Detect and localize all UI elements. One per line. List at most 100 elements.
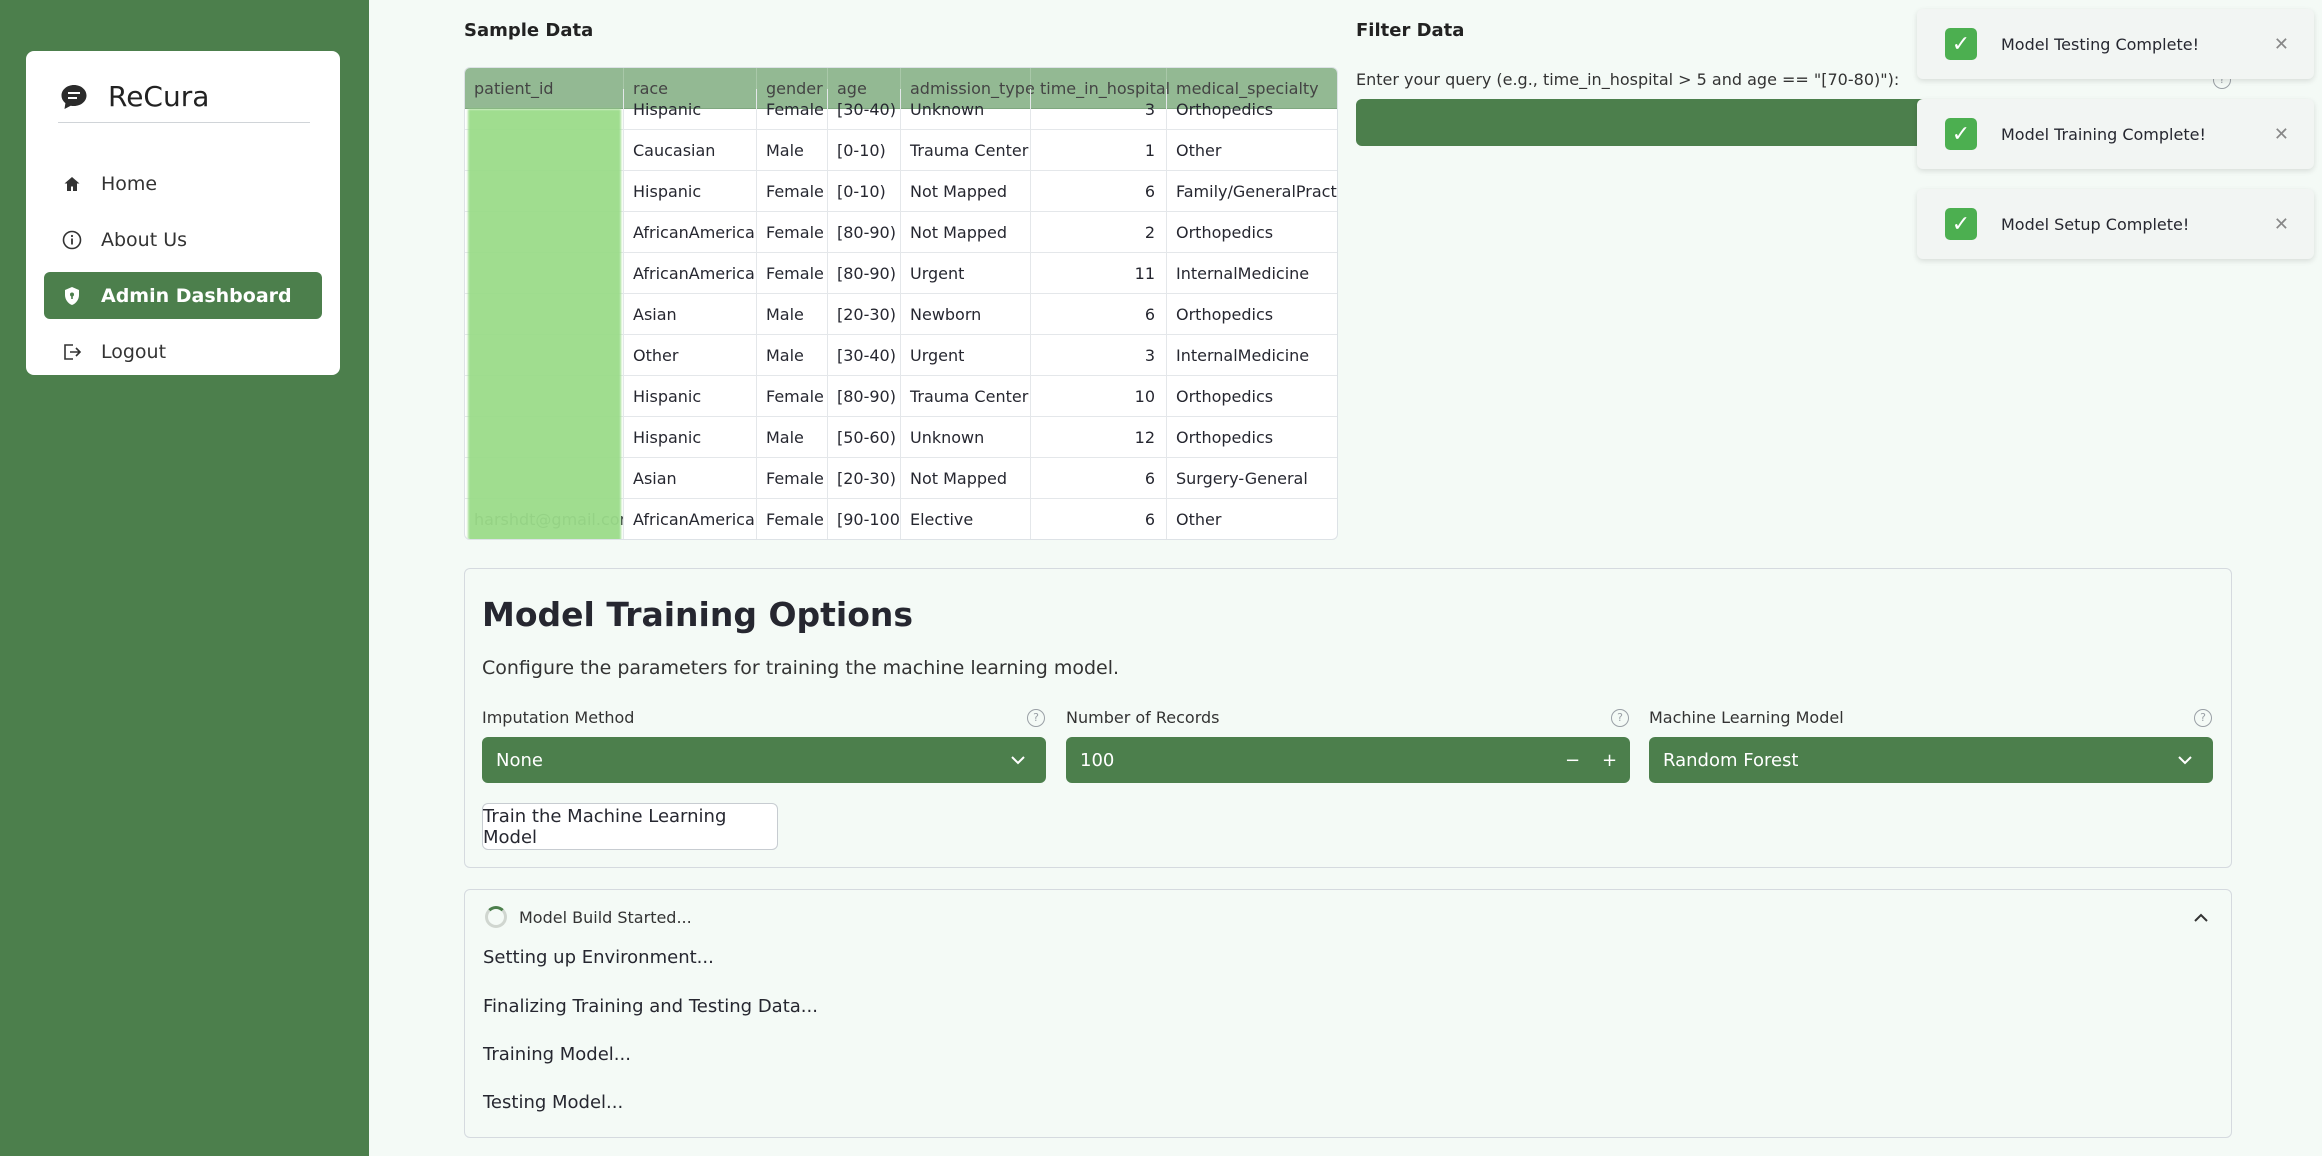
- table-cell[interactable]: Male: [757, 294, 828, 335]
- sidebar-item-about-us[interactable]: About Us: [44, 216, 322, 263]
- table-cell[interactable]: Female: [757, 458, 828, 499]
- table-cell[interactable]: [20-30): [828, 294, 901, 335]
- imputation-label: Imputation Method: [482, 708, 635, 727]
- table-cell[interactable]: Asian: [624, 458, 757, 499]
- close-icon[interactable]: ✕: [2274, 34, 2289, 55]
- table-cell[interactable]: [80-90): [828, 212, 901, 253]
- table-cell[interactable]: Not Mapped: [901, 171, 1031, 212]
- table-cell[interactable]: AfricanAmerican: [624, 499, 757, 539]
- sample-data-title: Sample Data: [464, 20, 594, 41]
- table-cell[interactable]: Newborn: [901, 294, 1031, 335]
- sample-data-table[interactable]: patient_id race gender age admission_typ…: [464, 67, 1338, 540]
- table-cell[interactable]: 6: [1031, 294, 1167, 335]
- records-value[interactable]: 100: [1066, 750, 1554, 771]
- status-header[interactable]: Model Build Started...: [485, 906, 692, 928]
- table-cell[interactable]: [0-10): [828, 130, 901, 171]
- table-cell[interactable]: Not Mapped: [901, 458, 1031, 499]
- table-cell[interactable]: 10: [1031, 376, 1167, 417]
- training-description: Configure the parameters for training th…: [482, 657, 1120, 679]
- table-cell[interactable]: Unknown: [901, 89, 1031, 130]
- increment-button[interactable]: +: [1591, 750, 1628, 771]
- toast-message: Model Testing Complete!: [2001, 34, 2199, 54]
- redacted-patient-id-column: [468, 109, 621, 539]
- chevron-up-icon[interactable]: [2191, 908, 2211, 928]
- table-cell[interactable]: InternalMedicine: [1167, 253, 1337, 294]
- table-cell[interactable]: Orthopedics: [1167, 89, 1337, 130]
- status-step: Training Model...: [483, 1044, 631, 1065]
- table-cell[interactable]: AfricanAmerican: [624, 212, 757, 253]
- table-cell[interactable]: Trauma Center: [901, 130, 1031, 171]
- table-cell[interactable]: [80-90): [828, 253, 901, 294]
- table-cell[interactable]: [30-40): [828, 89, 901, 130]
- table-cell[interactable]: Orthopedics: [1167, 294, 1337, 335]
- table-cell[interactable]: Family/GeneralPractice: [1167, 171, 1337, 212]
- table-cell[interactable]: Elective: [901, 499, 1031, 539]
- table-cell[interactable]: Other: [624, 335, 757, 376]
- records-stepper[interactable]: 100 − +: [1066, 737, 1630, 783]
- table-cell[interactable]: Hispanic: [624, 376, 757, 417]
- model-value: Random Forest: [1663, 749, 1799, 771]
- train-model-button[interactable]: Train the Machine Learning Model: [482, 803, 778, 850]
- table-cell[interactable]: Orthopedics: [1167, 376, 1337, 417]
- table-cell[interactable]: Trauma Center: [901, 376, 1031, 417]
- help-icon[interactable]: ?: [1027, 709, 1045, 727]
- table-cell[interactable]: 3: [1031, 89, 1167, 130]
- table-cell[interactable]: Caucasian: [624, 130, 757, 171]
- table-cell[interactable]: Female: [757, 253, 828, 294]
- help-icon[interactable]: ?: [2194, 709, 2212, 727]
- table-cell[interactable]: 1: [1031, 130, 1167, 171]
- decrement-button[interactable]: −: [1554, 750, 1591, 771]
- table-cell[interactable]: Male: [757, 335, 828, 376]
- help-icon[interactable]: ?: [1611, 709, 1629, 727]
- table-cell[interactable]: AfricanAmerican: [624, 253, 757, 294]
- table-cell[interactable]: 6: [1031, 171, 1167, 212]
- table-cell[interactable]: Urgent: [901, 253, 1031, 294]
- sidebar-item-logout[interactable]: Logout: [44, 328, 322, 375]
- table-cell[interactable]: 11: [1031, 253, 1167, 294]
- table-cell[interactable]: Male: [757, 130, 828, 171]
- table-cell[interactable]: 12: [1031, 417, 1167, 458]
- close-icon[interactable]: ✕: [2274, 214, 2289, 235]
- filter-data-title: Filter Data: [1356, 20, 1465, 41]
- table-cell[interactable]: Female: [757, 499, 828, 539]
- table-cell[interactable]: 6: [1031, 499, 1167, 539]
- model-label: Machine Learning Model: [1649, 708, 1844, 727]
- table-cell[interactable]: Hispanic: [624, 171, 757, 212]
- sidebar-item-home[interactable]: Home: [44, 160, 322, 207]
- table-cell[interactable]: 6: [1031, 458, 1167, 499]
- shield-icon: [61, 285, 83, 307]
- model-select[interactable]: Random Forest: [1649, 737, 2213, 783]
- sidebar-item-admin-dashboard[interactable]: Admin Dashboard: [44, 272, 322, 319]
- table-cell[interactable]: Urgent: [901, 335, 1031, 376]
- table-cell[interactable]: Male: [757, 417, 828, 458]
- imputation-select[interactable]: None: [482, 737, 1046, 783]
- table-cell[interactable]: [50-60): [828, 417, 901, 458]
- table-cell[interactable]: [80-90): [828, 376, 901, 417]
- table-cell[interactable]: Unknown: [901, 417, 1031, 458]
- table-cell[interactable]: 3: [1031, 335, 1167, 376]
- table-cell[interactable]: Not Mapped: [901, 212, 1031, 253]
- table-cell[interactable]: Female: [757, 171, 828, 212]
- table-cell[interactable]: Orthopedics: [1167, 212, 1337, 253]
- table-cell[interactable]: Hispanic: [624, 89, 757, 130]
- table-cell[interactable]: Other: [1167, 130, 1337, 171]
- table-cell[interactable]: 2: [1031, 212, 1167, 253]
- table-cell[interactable]: Surgery-General: [1167, 458, 1337, 499]
- table-cell[interactable]: Female: [757, 212, 828, 253]
- table-cell[interactable]: Orthopedics: [1167, 417, 1337, 458]
- table-cell[interactable]: Asian: [624, 294, 757, 335]
- table-cell[interactable]: Female: [757, 89, 828, 130]
- table-cell[interactable]: [90-100): [828, 499, 901, 539]
- table-cell[interactable]: [30-40): [828, 335, 901, 376]
- sidebar-item-label: Logout: [101, 340, 167, 363]
- table-cell[interactable]: Hispanic: [624, 417, 757, 458]
- toast-message: Model Setup Complete!: [2001, 214, 2190, 234]
- model-training-panel: Model Training Options Configure the par…: [464, 568, 2232, 868]
- close-icon[interactable]: ✕: [2274, 124, 2289, 145]
- table-cell[interactable]: InternalMedicine: [1167, 335, 1337, 376]
- table-cell[interactable]: Female: [757, 376, 828, 417]
- table-cell[interactable]: [20-30): [828, 458, 901, 499]
- table-cell[interactable]: Other: [1167, 499, 1337, 539]
- table-cell[interactable]: [0-10): [828, 171, 901, 212]
- check-icon: ✓: [1945, 118, 1977, 150]
